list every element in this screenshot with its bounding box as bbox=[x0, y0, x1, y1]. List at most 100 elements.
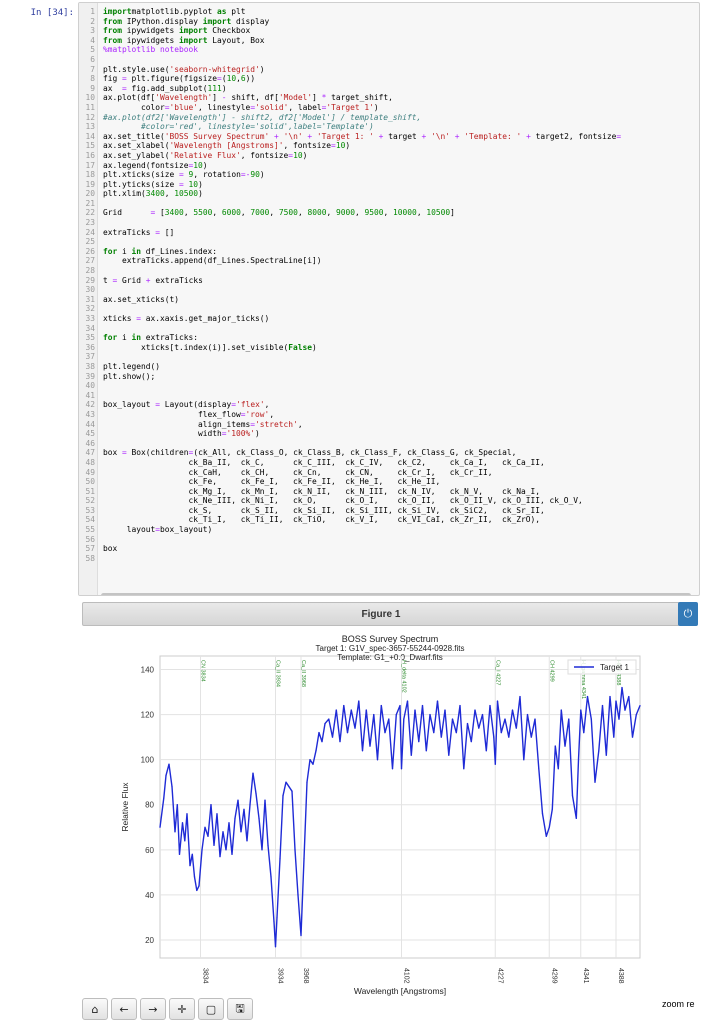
zoom-rect-icon[interactable]: ▢ bbox=[198, 998, 224, 1020]
data-point bbox=[219, 856, 221, 858]
code-line[interactable]: 25 bbox=[79, 237, 699, 247]
code-token: ax.xaxis.get_major_ticks() bbox=[141, 314, 270, 323]
spectrum-chart[interactable]: BOSS Survey SpectrumTarget 1: G1V_spec-3… bbox=[82, 630, 698, 1000]
code-line[interactable]: 43 flex_flow='row', bbox=[79, 410, 699, 420]
code-line[interactable]: 33 xticks = ax.xaxis.get_major_ticks() bbox=[79, 314, 699, 324]
figure-header: Figure 1 bbox=[82, 602, 680, 626]
code-line[interactable]: 44 align_items='stretch', bbox=[79, 420, 699, 430]
code-line[interactable]: 23 bbox=[79, 218, 699, 228]
code-line[interactable]: 1 importmatplotlib.pyplot as plt bbox=[79, 7, 699, 17]
code-line[interactable]: 50 ck_Fe, ck_Fe_I, ck_Fe_II, ck_He_I, ck… bbox=[79, 477, 699, 487]
code-line[interactable]: 56 bbox=[79, 535, 699, 545]
code-line[interactable]: 35 for i in extraTicks: bbox=[79, 333, 699, 343]
data-point bbox=[489, 705, 491, 707]
code-editor[interactable]: 1 importmatplotlib.pyplot as plt 2 from IPy… bbox=[79, 7, 699, 563]
line-number: 52 bbox=[85, 496, 95, 506]
code-token: ) bbox=[255, 429, 260, 439]
line-number: 1 bbox=[90, 7, 95, 16]
forward-icon[interactable]: → bbox=[140, 998, 166, 1020]
code-line[interactable]: 49 ck_CaH, ck_CH, ck_Cn, ck_CN, ck_Cr_I,… bbox=[79, 468, 699, 478]
code-token: 5500 bbox=[193, 208, 213, 218]
code-line[interactable]: 36 xticks[t.index(i)].set_visible(False) bbox=[79, 343, 699, 353]
code-line[interactable]: 38 plt.legend() bbox=[79, 362, 699, 372]
code-line[interactable]: 24 extraTicks = [] bbox=[79, 228, 699, 238]
spectral-line-label: H_delta 4102 bbox=[401, 660, 407, 693]
code-line[interactable]: 28 bbox=[79, 266, 699, 276]
code-line[interactable]: 53 ck_S, ck_S_II, ck_Si_II, ck_Si_III, c… bbox=[79, 506, 699, 516]
code-line[interactable]: 26 for i in df_Lines.index: bbox=[79, 247, 699, 257]
code-line[interactable]: 3 from ipywidgets import Checkbox bbox=[79, 26, 699, 36]
code-line[interactable]: 30 bbox=[79, 285, 699, 295]
code-token: ipywidgets bbox=[122, 35, 180, 45]
code-line[interactable]: 32 bbox=[79, 304, 699, 314]
code-text: from ipywidgets import Layout, Box bbox=[103, 36, 699, 46]
code-token: ) bbox=[373, 102, 379, 112]
code-line[interactable]: 7 plt.style.use('seaborn-whitegrid') bbox=[79, 65, 699, 75]
code-line[interactable]: 14 ax.set_title('BOSS Survey Spectrum' + … bbox=[79, 132, 699, 142]
code-line[interactable]: 46 bbox=[79, 439, 699, 449]
code-line[interactable]: 47 box = Box(children=(ck_All, ck_Class_O… bbox=[79, 448, 699, 458]
code-line[interactable]: 5 %matplotlib notebook bbox=[79, 45, 699, 55]
code-line[interactable]: 12 #ax.plot(df2['Wavelength'] - shift2, d… bbox=[79, 113, 699, 123]
code-line[interactable]: 57 box bbox=[79, 544, 699, 554]
data-point bbox=[534, 718, 536, 720]
code-line[interactable]: 45 width='100%') bbox=[79, 429, 699, 439]
code-line[interactable]: 15 ax.set_xlabel('Wavelength [Angstroms]'… bbox=[79, 141, 699, 151]
code-line[interactable]: 17 ax.legend(fontsize=10) bbox=[79, 161, 699, 171]
save-icon[interactable]: 🖫 bbox=[227, 998, 253, 1020]
code-token: 7000 bbox=[250, 208, 270, 218]
back-icon[interactable]: ← bbox=[111, 998, 137, 1020]
code-line[interactable]: 2 from IPython.display import display bbox=[79, 17, 699, 27]
code-cell[interactable]: 1 importmatplotlib.pyplot as plt 2 from IPy… bbox=[78, 2, 700, 596]
pan-icon[interactable]: ✛ bbox=[169, 998, 195, 1020]
code-line[interactable]: 27 extraTicks.append(df_Lines.SpectraLin… bbox=[79, 256, 699, 266]
code-line[interactable]: 8 fig = plt.figure(figsize=(10,6)) bbox=[79, 74, 699, 84]
data-point bbox=[601, 705, 604, 707]
code-line[interactable]: 54 ck_Ti_I, ck_Ti_II, ck_TiO, ck_V_I, ck… bbox=[79, 515, 699, 525]
code-text: Grid = [3400, 5500, 6000, 7000, 7500, 80… bbox=[103, 208, 699, 218]
code-token: ] bbox=[312, 93, 322, 103]
code-text: %matplotlib notebook bbox=[103, 45, 699, 55]
code-line[interactable]: 13 #color='red', linestyle='solid',label… bbox=[79, 122, 699, 132]
code-token: Layout(display bbox=[160, 400, 232, 410]
code-line[interactable]: 11 color='blue', linestyle='solid', labe… bbox=[79, 103, 699, 113]
code-token: 10 bbox=[226, 74, 237, 84]
home-icon[interactable]: ⌂ bbox=[82, 998, 108, 1020]
code-line[interactable]: 48 ck_Ba_II, ck_C, ck_C_III, ck_C_IV, ck… bbox=[79, 458, 699, 468]
code-line[interactable]: 16 ax.set_ylabel('Relative Flux', fontsiz… bbox=[79, 151, 699, 161]
code-line[interactable]: 31 ax.set_xticks(t) bbox=[79, 295, 699, 305]
code-line[interactable]: 19 plt.yticks(size = 10) bbox=[79, 180, 699, 190]
line-number: 56 bbox=[85, 534, 95, 544]
y-tick-label: 60 bbox=[145, 846, 154, 855]
code-line[interactable]: 42 box_layout = Layout(display='flex', bbox=[79, 400, 699, 410]
code-line[interactable]: 37 bbox=[79, 352, 699, 362]
code-line[interactable]: 51 ck_Mg_I, ck_Mn_I, ck_N_II, ck_N_III, … bbox=[79, 487, 699, 497]
code-line[interactable]: 22 Grid = [3400, 5500, 6000, 7000, 7500, … bbox=[79, 208, 699, 218]
data-point bbox=[228, 822, 230, 824]
code-line[interactable]: 10 ax.plot(df['Wavelength'] - shift, df['… bbox=[79, 93, 699, 103]
data-point bbox=[258, 817, 260, 819]
code-line[interactable]: 18 plt.xticks(size = 9, rotation=-90) bbox=[79, 170, 699, 180]
code-line[interactable]: 4 from ipywidgets import Layout, Box bbox=[79, 36, 699, 46]
code-line[interactable]: 58 bbox=[79, 554, 699, 564]
code-line[interactable]: 29 t = Grid + extraTicks bbox=[79, 276, 699, 286]
code-token: , rotation bbox=[193, 170, 241, 180]
code-line[interactable]: 34 bbox=[79, 324, 699, 334]
code-token: 'solid' bbox=[255, 102, 289, 112]
code-line[interactable]: 55 layout=box_layout) bbox=[79, 525, 699, 535]
power-icon[interactable]: ⏻ bbox=[678, 602, 698, 626]
code-line[interactable]: 21 bbox=[79, 199, 699, 209]
code-line[interactable]: 6 bbox=[79, 55, 699, 65]
code-line[interactable]: 41 bbox=[79, 391, 699, 401]
data-point bbox=[246, 840, 248, 842]
data-point bbox=[635, 714, 637, 716]
code-text: ax.set_xticks(t) bbox=[103, 295, 699, 305]
line-number: 49 bbox=[85, 467, 95, 477]
data-point bbox=[551, 808, 553, 810]
code-line[interactable]: 52 ck_Ne_III, ck_Ni_I, ck_O, ck_O_I, ck_… bbox=[79, 496, 699, 506]
code-line[interactable]: 40 bbox=[79, 381, 699, 391]
horizontal-scrollbar[interactable] bbox=[101, 593, 691, 595]
code-line[interactable]: 9 ax = fig.add_subplot(111) bbox=[79, 84, 699, 94]
code-line[interactable]: 39 plt.show(); bbox=[79, 372, 699, 382]
code-line[interactable]: 20 plt.xlim(3400, 10500) bbox=[79, 189, 699, 199]
